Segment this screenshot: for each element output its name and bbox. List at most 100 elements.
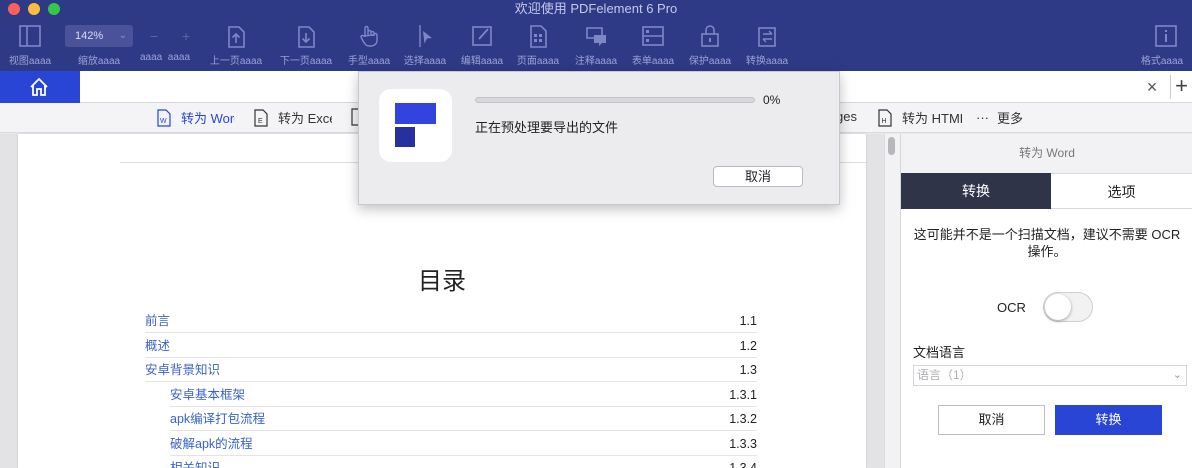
comment-icon: [586, 27, 606, 46]
comment-label: 注释aaaa: [574, 56, 618, 67]
ocr-label: OCR: [997, 300, 1026, 315]
main-toolbar: 欢迎使用 PDFelement 6 Pro 视图aaaa 142% ⌄ 缩放aaa…: [0, 0, 1192, 71]
dialog-cancel-button[interactable]: 取消: [713, 166, 803, 187]
convert-submit-button[interactable]: 转换: [1055, 405, 1162, 435]
toc-row[interactable]: 前言 1.1: [145, 309, 757, 333]
prev-page-button[interactable]: 上一页aaaa: [210, 22, 262, 70]
progress-dialog: 0% 正在预处理要导出的文件 取消: [358, 71, 840, 205]
protect-label: 保护aaaa: [688, 56, 732, 67]
prev-page-label: 上一页aaaa: [209, 56, 263, 67]
view-button[interactable]: 视图aaaa: [7, 22, 53, 70]
logo-bar-bottom: [395, 127, 415, 147]
convert-to-excel-button[interactable]: E 转为 Excel: [254, 108, 332, 128]
more-dots-icon: ···: [976, 110, 989, 125]
convert-to-word-label: 转为 Word: [181, 111, 235, 126]
select-tool-button[interactable]: 选择aaaa: [402, 22, 448, 70]
zoom-in-icon[interactable]: +: [182, 28, 190, 44]
pdfelement-window: { "window": { "title": "欢迎使用 PDFelement …: [0, 0, 1192, 468]
convert-button[interactable]: 转换aaaa: [744, 22, 790, 70]
next-page-button[interactable]: 下一页aaaa: [280, 22, 332, 70]
more-button[interactable]: ··· 更多: [976, 108, 1036, 128]
convert-to-word-button[interactable]: W 转为 Word: [157, 108, 235, 128]
svg-text:W: W: [160, 118, 167, 125]
toc-title: 前言: [145, 314, 171, 328]
svg-text:E: E: [258, 118, 263, 125]
view-label: 视图aaaa: [8, 56, 52, 67]
language-value: 语言（1）: [917, 368, 972, 382]
lock-icon: [701, 25, 719, 47]
toc-number: 1.2: [739, 339, 757, 353]
document-title: 目录: [418, 268, 466, 295]
home-tab[interactable]: [0, 71, 80, 103]
convert-panel: 转为 Word 转换 选项 这可能并不是一个扫描文档，建议不需要 OCR 操作。…: [900, 134, 1192, 468]
format-button[interactable]: 格式aaaa: [1141, 22, 1189, 70]
chevron-down-icon: ⌄: [1172, 369, 1182, 381]
form-icon: [642, 26, 664, 46]
form-button[interactable]: 表单aaaa: [630, 22, 676, 70]
progress-percent: 0%: [763, 93, 781, 107]
edit-button[interactable]: 编辑aaaa: [459, 22, 505, 70]
zoom-button[interactable]: 缩放aaaa: [76, 22, 122, 70]
toc-row[interactable]: apk编译打包流程 1.3.2: [170, 407, 757, 431]
page-button[interactable]: 页面aaaa: [515, 22, 561, 70]
ocr-toggle[interactable]: [1043, 292, 1093, 322]
toggle-knob: [1045, 294, 1071, 320]
toc-row[interactable]: 概述 1.2: [145, 334, 757, 358]
convert-icon: [758, 27, 776, 47]
edit-label: 编辑aaaa: [460, 56, 504, 67]
tab-options[interactable]: 选项: [1051, 173, 1192, 209]
protect-button[interactable]: 保护aaaa: [687, 22, 733, 70]
convert-to-html-button[interactable]: H 转为 HTML: [878, 108, 962, 128]
excel-file-icon: E: [254, 108, 268, 127]
select-icon: [419, 25, 432, 47]
html-file-icon: H: [878, 108, 892, 127]
toc-number: 1.1: [739, 314, 757, 328]
select-tool-label: 选择aaaa: [403, 56, 447, 67]
convert-to-images-button[interactable]: ges: [836, 108, 866, 128]
progress-message: 正在预处理要导出的文件: [475, 120, 619, 135]
toc-number: 1.3.4: [729, 461, 757, 468]
toc-number: 1.3.3: [729, 437, 757, 451]
pdfelement-logo: [379, 89, 452, 162]
comment-button[interactable]: 注释aaaa: [573, 22, 619, 70]
prev-page-icon: [228, 26, 245, 48]
toc-title: 破解apk的流程: [170, 437, 253, 451]
next-page-icon: [298, 26, 315, 48]
toc-row[interactable]: 破解apk的流程 1.3.3: [170, 432, 757, 456]
hand-tool-button[interactable]: 手型aaaa: [346, 22, 392, 70]
hand-tool-label: 手型aaaa: [347, 56, 391, 67]
zoom-label: 缩放aaaa: [77, 56, 121, 67]
view-icon: [19, 25, 41, 47]
toc-number: 1.3.1: [729, 388, 757, 402]
svg-text:H: H: [882, 118, 887, 125]
toc-title: 概述: [145, 339, 171, 353]
toc-row[interactable]: 相关知识 1.3.4: [170, 456, 757, 468]
next-page-label: 下一页aaaa: [279, 56, 333, 67]
toc-title: 相关知识: [170, 461, 221, 468]
zoom-out-icon[interactable]: −: [150, 28, 158, 44]
edit-icon: [472, 26, 492, 46]
zoom-sub-labels: aaaa aaaa: [140, 52, 191, 63]
toc-row[interactable]: 安卓基本框架 1.3.1: [170, 383, 757, 407]
toc-title: 安卓基本框架: [170, 388, 246, 402]
toc-row[interactable]: 安卓背景知识 1.3: [145, 358, 757, 382]
more-label: 更多: [997, 111, 1024, 126]
form-label: 表单aaaa: [631, 56, 675, 67]
word-file-icon: W: [157, 108, 171, 127]
convert-to-html-label: 转为 HTML: [902, 111, 962, 126]
cancel-button[interactable]: 取消: [938, 405, 1045, 435]
close-tab-icon[interactable]: ×: [1143, 78, 1161, 96]
toc-title: 安卓背景知识: [145, 363, 221, 377]
language-select[interactable]: 语言（1） ⌄: [913, 365, 1187, 386]
toc-title: apk编译打包流程: [170, 412, 266, 426]
tab-convert[interactable]: 转换: [901, 173, 1051, 209]
progress-bar: [475, 97, 755, 103]
logo-bar-top: [395, 103, 436, 124]
hand-icon: [360, 25, 378, 47]
format-label: 格式aaaa: [1140, 56, 1184, 67]
convert-to-excel-label: 转为 Excel: [278, 111, 332, 126]
new-tab-button[interactable]: +: [1170, 75, 1192, 99]
document-scrollbar[interactable]: [884, 134, 900, 468]
scrollbar-thumb[interactable]: [888, 137, 895, 155]
convert-label: 转换aaaa: [745, 56, 789, 67]
